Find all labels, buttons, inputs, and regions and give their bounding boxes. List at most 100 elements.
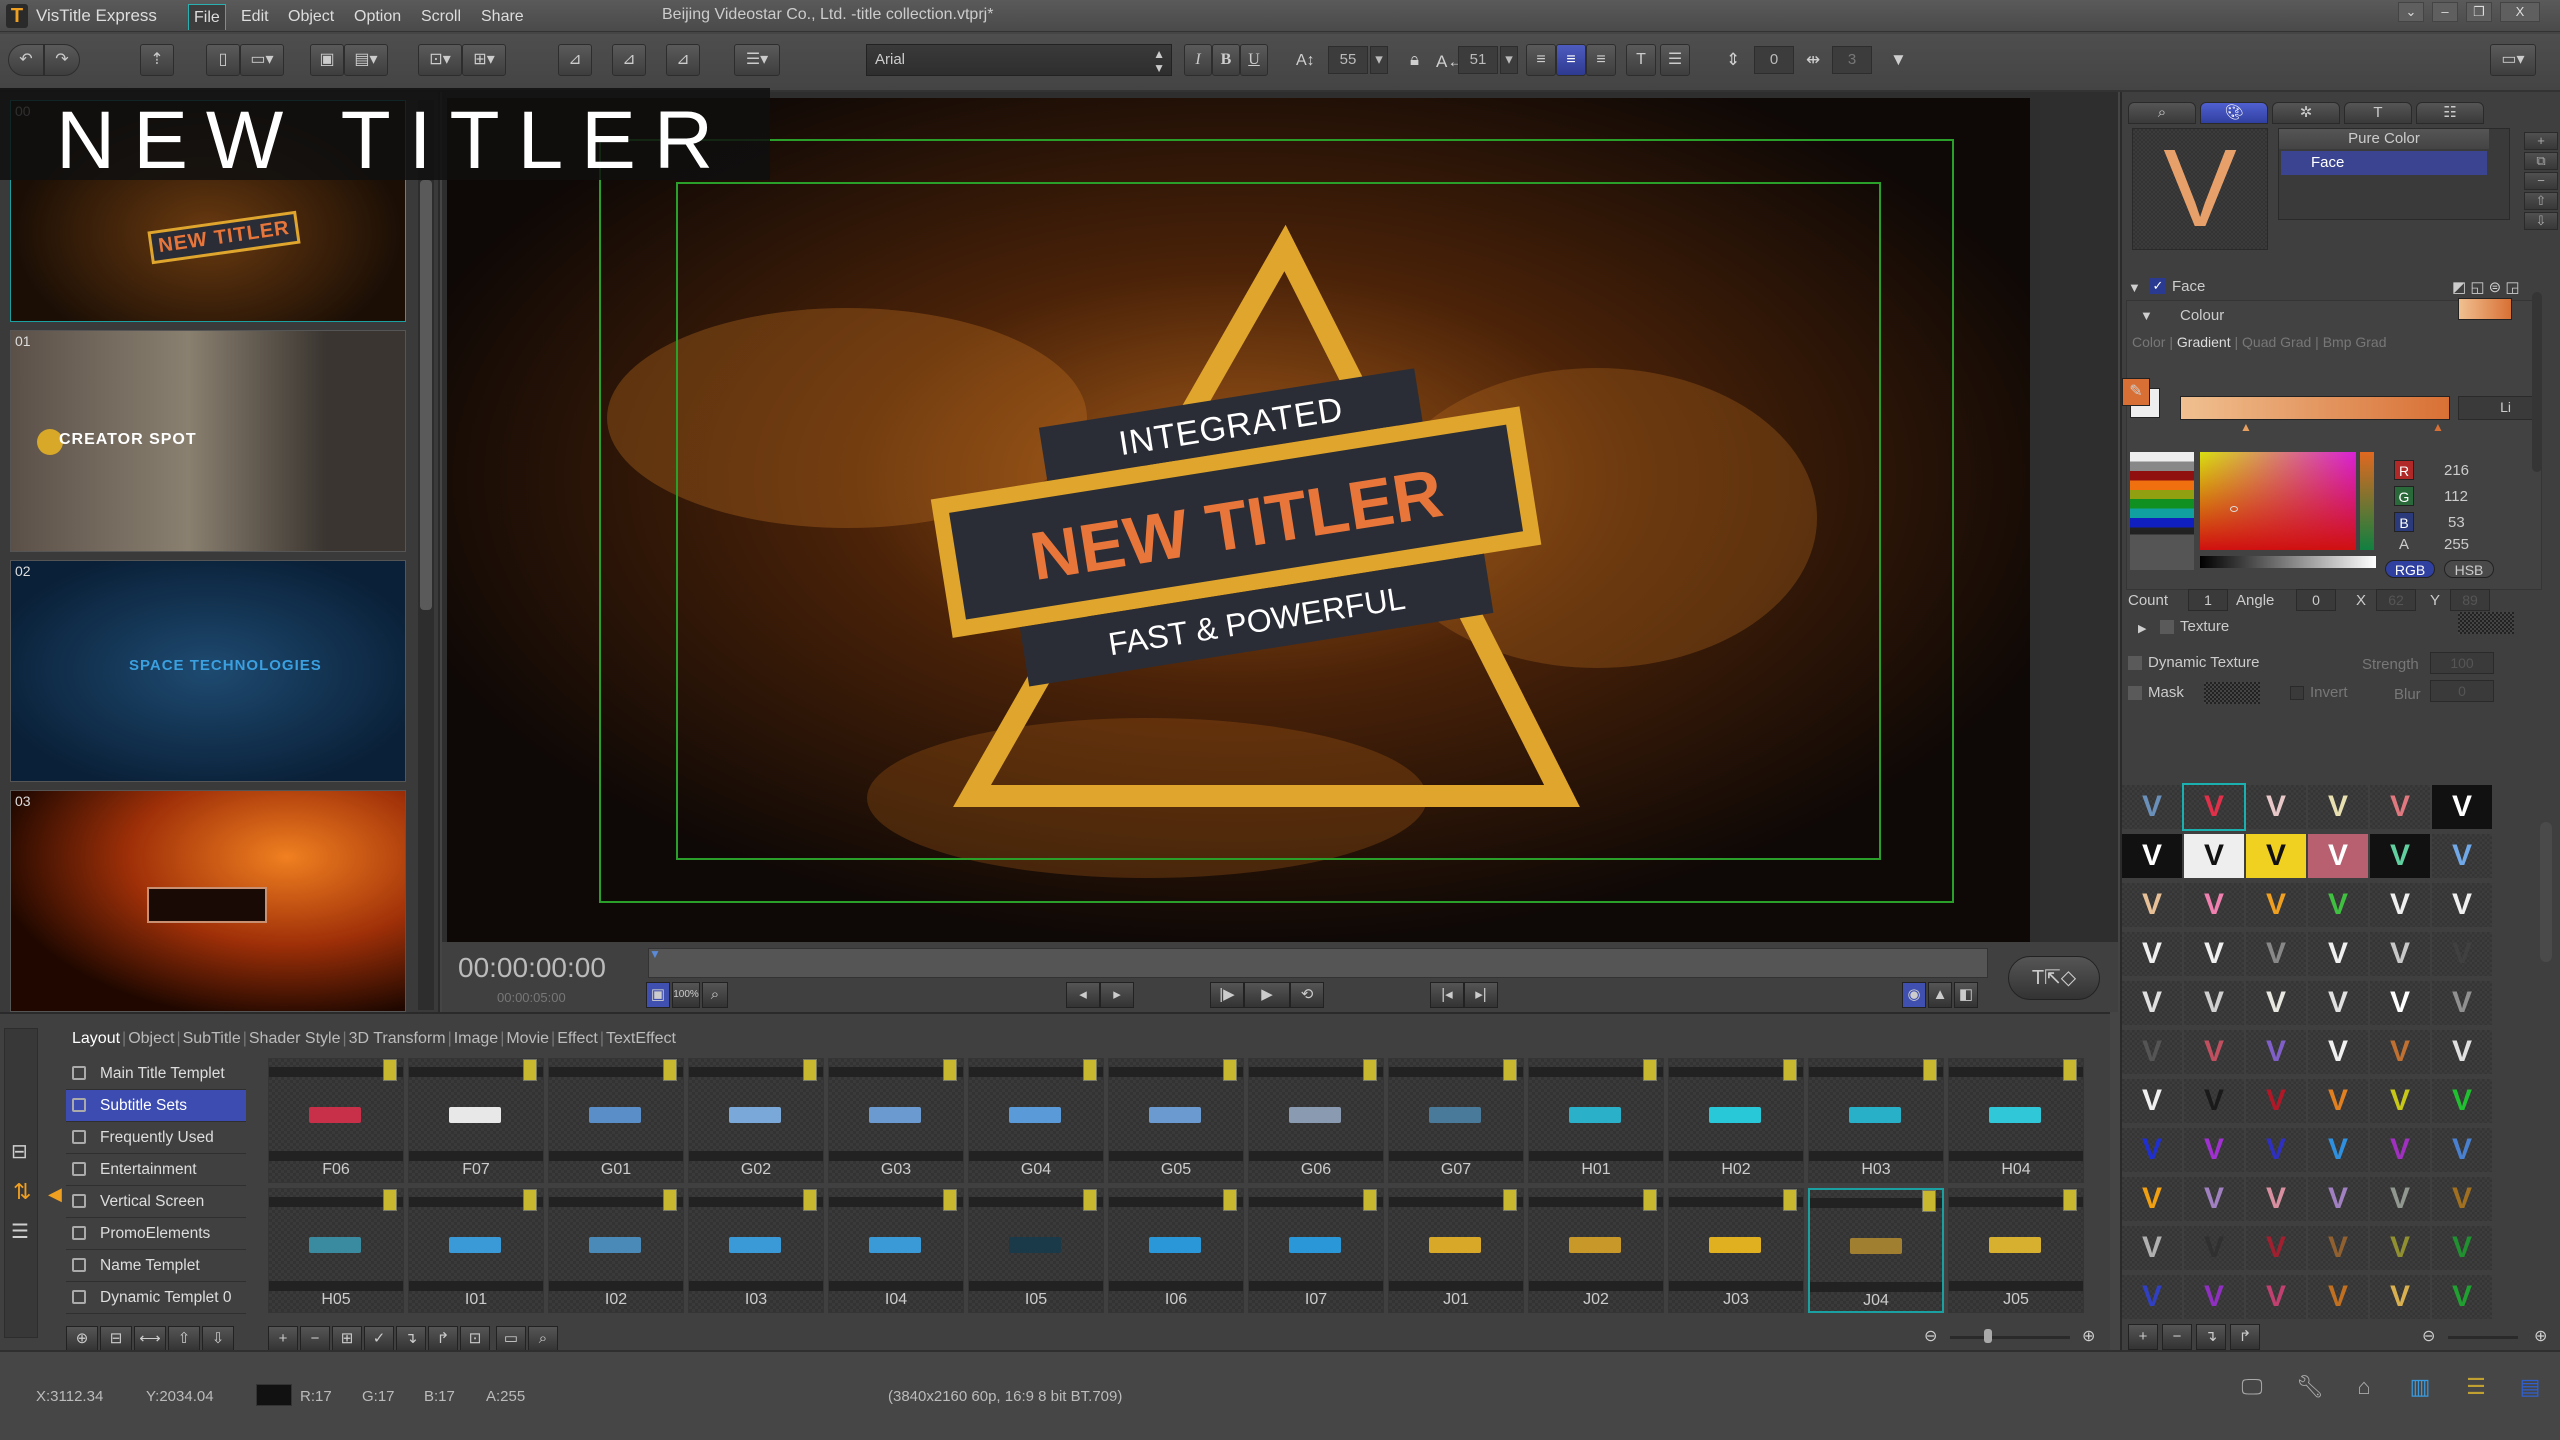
slider-handle[interactable] <box>1984 1329 1992 1343</box>
undo-icon[interactable]: ↶ <box>8 44 44 76</box>
bookmark-icon[interactable] <box>1783 1059 1797 1081</box>
face-option-icons[interactable]: ◩ ◱ ⊜ ◲ <box>2452 278 2520 296</box>
thumbnail-scrollbar[interactable] <box>418 100 434 1010</box>
x-field[interactable]: 62 <box>2376 589 2416 611</box>
add-page-icon[interactable]: ⊿ <box>558 44 592 76</box>
tracking-dropdown[interactable]: ▾ <box>1500 46 1518 74</box>
bookmark-icon[interactable] <box>943 1189 957 1211</box>
duration[interactable]: 00:00:05:00 <box>497 990 566 1005</box>
angle-field[interactable]: 0 <box>2296 589 2336 611</box>
go-end-icon[interactable]: ▸| <box>1464 982 1498 1008</box>
bookmark-icon[interactable] <box>1923 1059 1937 1081</box>
font-size-field[interactable]: 55 <box>1328 46 1368 74</box>
style-preset[interactable]: V <box>2184 981 2244 1025</box>
preset-size-slider[interactable] <box>2448 1336 2518 1339</box>
blur-field[interactable]: 0 <box>2430 680 2494 702</box>
style-preset[interactable]: V <box>2432 1226 2492 1270</box>
fill-mode-color[interactable]: Color <box>2132 334 2165 350</box>
style-preset[interactable]: V <box>2246 1128 2306 1172</box>
font-size-dropdown[interactable]: ▾ <box>1370 46 1388 74</box>
style-preset[interactable]: V <box>2370 1079 2430 1123</box>
equalizer-icon[interactable]: ☰ <box>2464 1374 2488 1404</box>
alpha-icon[interactable]: ▲ <box>1928 982 1952 1008</box>
style-preset[interactable]: V <box>2122 883 2182 927</box>
bookmark-icon[interactable] <box>523 1189 537 1211</box>
tab-search-icon[interactable]: ⌕ <box>2128 102 2196 124</box>
collapse-button[interactable]: ⌄ <box>2398 2 2424 22</box>
layer-type-select[interactable]: Pure Color <box>2279 129 2489 149</box>
line-spacing-field[interactable]: 0 <box>1754 46 1794 74</box>
category-item[interactable]: Dynamic Templet 0 <box>66 1282 246 1314</box>
underline-button[interactable]: U <box>1240 44 1268 76</box>
preview-canvas[interactable]: INTEGRATED NEW TITLER FAST & POWERFUL <box>447 98 2030 944</box>
char-spacing-field[interactable]: 3 <box>1832 46 1872 74</box>
count-field[interactable]: 1 <box>2188 589 2228 611</box>
go-start-icon[interactable]: |◂ <box>1430 982 1464 1008</box>
template-g06[interactable]: G06 <box>1248 1058 1384 1183</box>
style-preset[interactable]: V <box>2246 1275 2306 1319</box>
bookmark-icon[interactable] <box>663 1189 677 1211</box>
style-preset[interactable]: V <box>2184 1128 2244 1172</box>
template-j02[interactable]: J02 <box>1528 1188 1664 1313</box>
template-i03[interactable]: I03 <box>688 1188 824 1313</box>
style-preset[interactable]: V <box>2184 1177 2244 1221</box>
menu-object[interactable]: Object <box>283 4 339 30</box>
template-h05[interactable]: H05 <box>268 1188 404 1313</box>
gradient-stop-start[interactable]: ▲ <box>2240 420 2252 434</box>
style-preset[interactable]: V <box>2246 785 2306 829</box>
align-right-icon[interactable]: ≡ <box>1586 44 1616 76</box>
color-field[interactable] <box>2200 452 2356 550</box>
lock-icon[interactable]: 🔒︎ <box>1410 50 1419 70</box>
more-dropdown-icon[interactable]: ▼ <box>1890 50 1907 70</box>
monitor-icon[interactable]: 🖵︎ <box>2240 1374 2264 1404</box>
fit-view-icon[interactable]: ▣ <box>646 982 670 1008</box>
hsb-mode-button[interactable]: HSB <box>2444 560 2494 578</box>
step-play-icon[interactable]: |▶ <box>1210 982 1244 1008</box>
layer-item-face[interactable]: Face <box>2281 151 2487 175</box>
grid-view-icon[interactable]: ▥ <box>2408 1374 2432 1404</box>
style-preset[interactable]: V <box>2308 1030 2368 1074</box>
add-preset-icon[interactable]: + <box>2128 1324 2158 1350</box>
batch-icon[interactable]: ⊡ <box>460 1326 490 1352</box>
bookmark-icon[interactable] <box>1223 1189 1237 1211</box>
close-button[interactable]: X <box>2500 2 2540 22</box>
menu-option[interactable]: Option <box>349 4 406 30</box>
font-select[interactable]: Arial ▲ ▼ <box>866 44 1172 76</box>
category-item[interactable]: Vertical Screen <box>66 1186 246 1218</box>
loop-icon[interactable]: ⟲ <box>1290 982 1324 1008</box>
redo-icon[interactable]: ↷ <box>44 44 80 76</box>
strength-field[interactable]: 100 <box>2430 652 2494 674</box>
add-category-icon[interactable]: ⊕ <box>66 1326 98 1352</box>
expand-icon[interactable]: ⟷ <box>134 1326 166 1352</box>
colour-scrollbar[interactable] <box>2532 292 2542 472</box>
bookmark-icon[interactable] <box>1083 1189 1097 1211</box>
thumbnail-page-02[interactable]: 02 SPACE TECHNOLOGIES <box>10 560 406 782</box>
add-layer-icon[interactable]: + <box>2524 132 2558 150</box>
texture-checkbox[interactable] <box>2160 620 2174 634</box>
style-preset[interactable]: V <box>2122 785 2182 829</box>
style-preset[interactable]: V <box>2370 785 2430 829</box>
export-preset-icon[interactable]: ↱ <box>2230 1324 2260 1350</box>
bookmark-icon[interactable] <box>1223 1059 1237 1081</box>
style-preset[interactable]: V <box>2370 1275 2430 1319</box>
fill-mode-quad-grad[interactable]: Quad Grad <box>2242 334 2311 350</box>
template-i02[interactable]: I02 <box>548 1188 684 1313</box>
gradient-type-select[interactable]: Li <box>2458 396 2536 420</box>
collapse-face-icon[interactable]: ▼ <box>2128 280 2141 295</box>
style-preset[interactable]: V <box>2184 834 2244 878</box>
style-preset[interactable]: V <box>2122 1030 2182 1074</box>
tab-shader-style[interactable]: Shader Style <box>249 1030 341 1047</box>
move-down-icon[interactable]: ⇩ <box>202 1326 234 1352</box>
template-f06[interactable]: F06 <box>268 1058 404 1183</box>
bookmark-icon[interactable] <box>2063 1189 2077 1211</box>
style-preset[interactable]: V <box>2432 932 2492 976</box>
tab-layers-icon[interactable]: ☷ <box>2416 102 2484 124</box>
background-icon[interactable]: ◧ <box>1954 982 1978 1008</box>
find-icon[interactable]: ⌕ <box>528 1326 558 1352</box>
preset-zoom-in-icon[interactable]: ⊕ <box>2534 1326 2547 1346</box>
style-preset[interactable]: V <box>2432 1030 2492 1074</box>
brightness-slider[interactable] <box>2200 556 2376 568</box>
style-preset[interactable]: V <box>2370 1030 2430 1074</box>
style-preset[interactable]: V <box>2184 1079 2244 1123</box>
layer-down-icon[interactable]: ⇩ <box>2524 212 2558 230</box>
